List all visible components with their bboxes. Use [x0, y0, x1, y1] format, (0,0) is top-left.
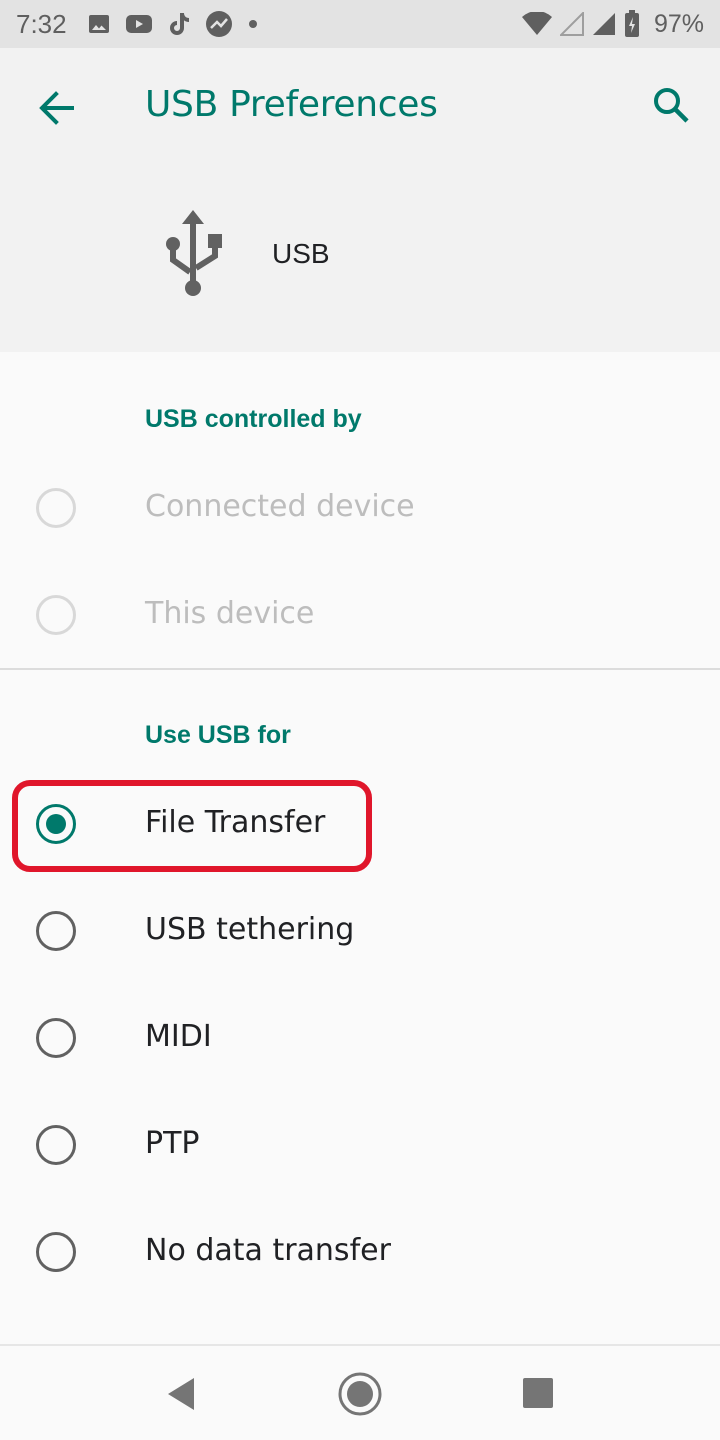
usb-icon	[160, 208, 226, 300]
option-label: File Transfer	[145, 805, 326, 840]
arrow-back-icon	[34, 91, 78, 134]
option-label: Connected device	[145, 489, 415, 524]
notification-icons	[87, 10, 259, 38]
battery-charging-icon	[624, 10, 640, 38]
usb-label: USB	[272, 238, 330, 269]
search-button[interactable]	[650, 84, 694, 128]
back-button[interactable]	[34, 86, 78, 130]
option-ptp[interactable]: PTP	[0, 1095, 720, 1195]
radio-button[interactable]	[36, 488, 76, 528]
option-this-device[interactable]: This device	[0, 565, 720, 665]
radio-button[interactable]	[36, 1018, 76, 1058]
battery-percent: 97%	[653, 9, 704, 38]
nav-recents-button[interactable]	[522, 1377, 554, 1409]
option-label: PTP	[145, 1126, 200, 1161]
section-title-controlled-by: USB controlled by	[145, 405, 362, 433]
radio-button[interactable]	[36, 1232, 76, 1272]
header-area: USB Preferences USB	[0, 48, 720, 352]
page-title: USB Preferences	[145, 84, 438, 125]
tiktok-icon	[167, 11, 191, 37]
radio-button-checked[interactable]	[36, 804, 76, 844]
radio-button[interactable]	[36, 1125, 76, 1165]
option-label: MIDI	[145, 1019, 212, 1054]
radio-button[interactable]	[36, 911, 76, 951]
option-midi[interactable]: MIDI	[0, 988, 720, 1088]
nav-home-button[interactable]	[336, 1370, 384, 1418]
option-connected-device[interactable]: Connected device	[0, 458, 720, 558]
dot-icon	[247, 18, 259, 30]
option-no-data-transfer[interactable]: No data transfer	[0, 1202, 720, 1302]
signal-icon	[592, 12, 616, 36]
system-status-icons: 97%	[521, 9, 704, 39]
option-label: This device	[145, 596, 315, 631]
option-label: USB tethering	[145, 912, 355, 947]
wifi-icon	[521, 12, 552, 36]
option-label: No data transfer	[145, 1233, 391, 1268]
signal-empty-icon	[559, 12, 584, 36]
nav-back-icon	[160, 1378, 202, 1420]
nav-recents-icon	[522, 1378, 554, 1413]
nav-back-button[interactable]	[160, 1372, 202, 1416]
radio-button[interactable]	[36, 595, 76, 635]
youtube-icon	[125, 13, 153, 35]
option-file-transfer[interactable]: File Transfer	[0, 774, 720, 874]
search-icon	[650, 88, 694, 132]
status-time: 7:32	[16, 8, 67, 39]
trending-icon	[205, 10, 233, 38]
option-usb-tethering[interactable]: USB tethering	[0, 881, 720, 981]
section-divider	[0, 668, 720, 670]
section-title-use-usb-for: Use USB for	[145, 721, 291, 749]
nav-home-icon	[336, 1372, 384, 1422]
navigation-bar	[0, 1344, 720, 1440]
status-bar: 7:32 97%	[0, 0, 720, 48]
image-icon	[87, 12, 111, 36]
